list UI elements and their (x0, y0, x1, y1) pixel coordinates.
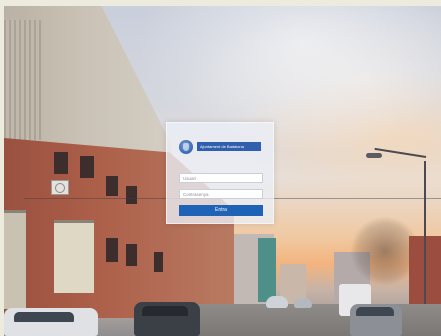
building-window (106, 238, 118, 262)
car-window (142, 306, 188, 316)
car-window (14, 312, 74, 322)
warehouse-siding (4, 20, 42, 140)
air-conditioner-icon (51, 180, 69, 195)
car-window (356, 307, 394, 316)
password-input[interactable] (179, 189, 263, 199)
building-window (106, 176, 118, 196)
municipal-seal-icon (179, 140, 193, 154)
logo-text: Ajuntament de Badalona (197, 142, 261, 151)
distant-building (258, 238, 276, 302)
distant-car (294, 298, 312, 308)
login-form: Ajuntament de Badalona Entra (166, 122, 274, 224)
municipal-logo: Ajuntament de Badalona (179, 140, 263, 154)
building-window (126, 244, 137, 266)
street-lamp-icon (366, 153, 382, 158)
parked-car (350, 304, 402, 336)
parked-car (4, 308, 98, 336)
building-window (80, 156, 94, 178)
building-window (126, 186, 137, 204)
username-input[interactable] (179, 173, 263, 183)
parked-car (134, 302, 200, 336)
login-screen: Ajuntament de Badalona Entra (0, 0, 441, 336)
submit-button[interactable]: Entra (179, 205, 263, 216)
building-window (54, 152, 68, 174)
distant-car (266, 296, 288, 308)
roller-shutter (4, 210, 26, 309)
building-window (154, 252, 163, 272)
roller-shutter (54, 220, 94, 293)
